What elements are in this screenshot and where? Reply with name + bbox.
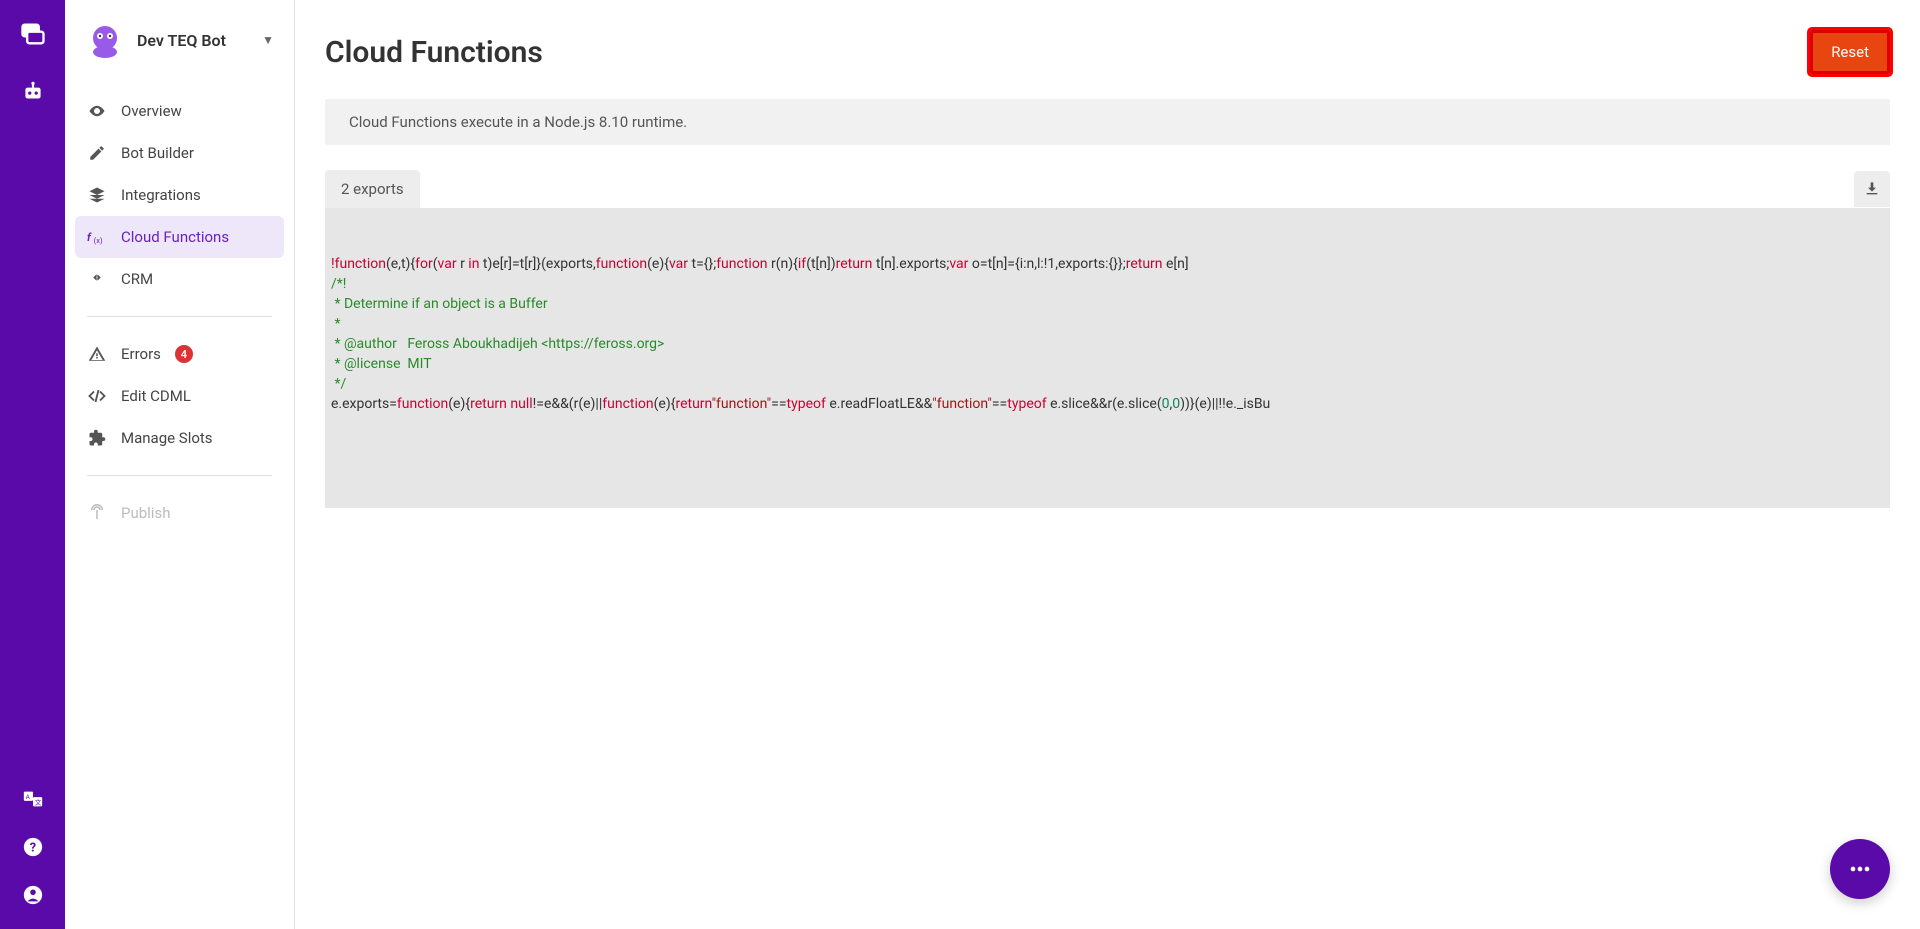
handshake-icon (87, 269, 107, 289)
nav-label: CRM (121, 270, 153, 288)
editor-scroll[interactable]: !function(e,t){for(var r in t)e[r]=t[r]}… (331, 254, 1884, 508)
nav-overview[interactable]: Overview (65, 90, 294, 132)
exports-button[interactable]: 2 exports (325, 170, 420, 208)
chat-widget-button[interactable] (1830, 839, 1890, 899)
eye-icon (87, 101, 107, 121)
bot-avatar-icon (85, 20, 125, 60)
nav-errors[interactable]: Errors 4 (65, 333, 294, 375)
account-icon[interactable] (19, 881, 47, 909)
svg-text:?: ? (29, 841, 35, 856)
info-bar: Cloud Functions execute in a Node.js 8.1… (325, 99, 1890, 145)
nav-edit-cdml[interactable]: Edit CDML (65, 375, 294, 417)
download-icon (1864, 181, 1880, 197)
code-editor[interactable]: !function(e,t){for(var r in t)e[r]=t[r]}… (325, 208, 1890, 508)
chat-bubbles-icon[interactable] (19, 20, 47, 48)
layers-icon (87, 185, 107, 205)
nav-label: Errors (121, 345, 161, 363)
nav-label: Manage Slots (121, 429, 213, 447)
app-rail: A文 ? (0, 0, 65, 929)
translate-icon[interactable]: A文 (19, 785, 47, 813)
nav-crm[interactable]: CRM (65, 258, 294, 300)
nav-primary: Overview Bot Builder Integrations f(x) C… (65, 80, 294, 310)
nav-publish: Publish (65, 492, 294, 534)
svg-text:f: f (87, 231, 92, 244)
warning-icon (87, 344, 107, 364)
download-button[interactable] (1854, 171, 1890, 207)
antenna-icon (87, 503, 107, 523)
divider (87, 475, 272, 476)
nav-label: Bot Builder (121, 144, 194, 162)
sidebar: Dev TEQ Bot ▼ Overview Bot Builder Integ… (65, 0, 295, 929)
help-icon[interactable]: ? (19, 833, 47, 861)
nav-label: Cloud Functions (121, 228, 229, 246)
nav-cloud-functions[interactable]: f(x) Cloud Functions (75, 216, 284, 258)
svg-text:(x): (x) (94, 236, 103, 245)
nav-label: Publish (121, 504, 170, 522)
nav-label: Integrations (121, 186, 201, 204)
puzzle-icon (87, 428, 107, 448)
chat-icon (1846, 855, 1874, 883)
main-content: Cloud Functions Reset Cloud Functions ex… (295, 0, 1920, 929)
rail-bottom: A文 ? (19, 785, 47, 929)
nav-label: Overview (121, 102, 182, 120)
reset-button[interactable]: Reset (1810, 30, 1890, 74)
nav-label: Edit CDML (121, 387, 191, 405)
code-icon (87, 386, 107, 406)
divider (87, 316, 272, 317)
bot-name: Dev TEQ Bot (137, 31, 250, 50)
svg-text:文: 文 (34, 798, 41, 807)
pencil-icon (87, 143, 107, 163)
page-header: Cloud Functions Reset (325, 30, 1890, 74)
fx-icon: f(x) (87, 227, 107, 247)
nav-secondary: Errors 4 Edit CDML Manage Slots (65, 323, 294, 469)
nav-bot-builder[interactable]: Bot Builder (65, 132, 294, 174)
robot-icon[interactable] (19, 78, 47, 106)
nav-integrations[interactable]: Integrations (65, 174, 294, 216)
chevron-down-icon: ▼ (262, 33, 274, 47)
page-title: Cloud Functions (325, 35, 543, 70)
nav-manage-slots[interactable]: Manage Slots (65, 417, 294, 459)
nav-tertiary: Publish (65, 482, 294, 544)
editor-toolbar: 2 exports (325, 170, 1890, 208)
errors-badge: 4 (175, 345, 193, 363)
bot-selector[interactable]: Dev TEQ Bot ▼ (65, 20, 294, 80)
